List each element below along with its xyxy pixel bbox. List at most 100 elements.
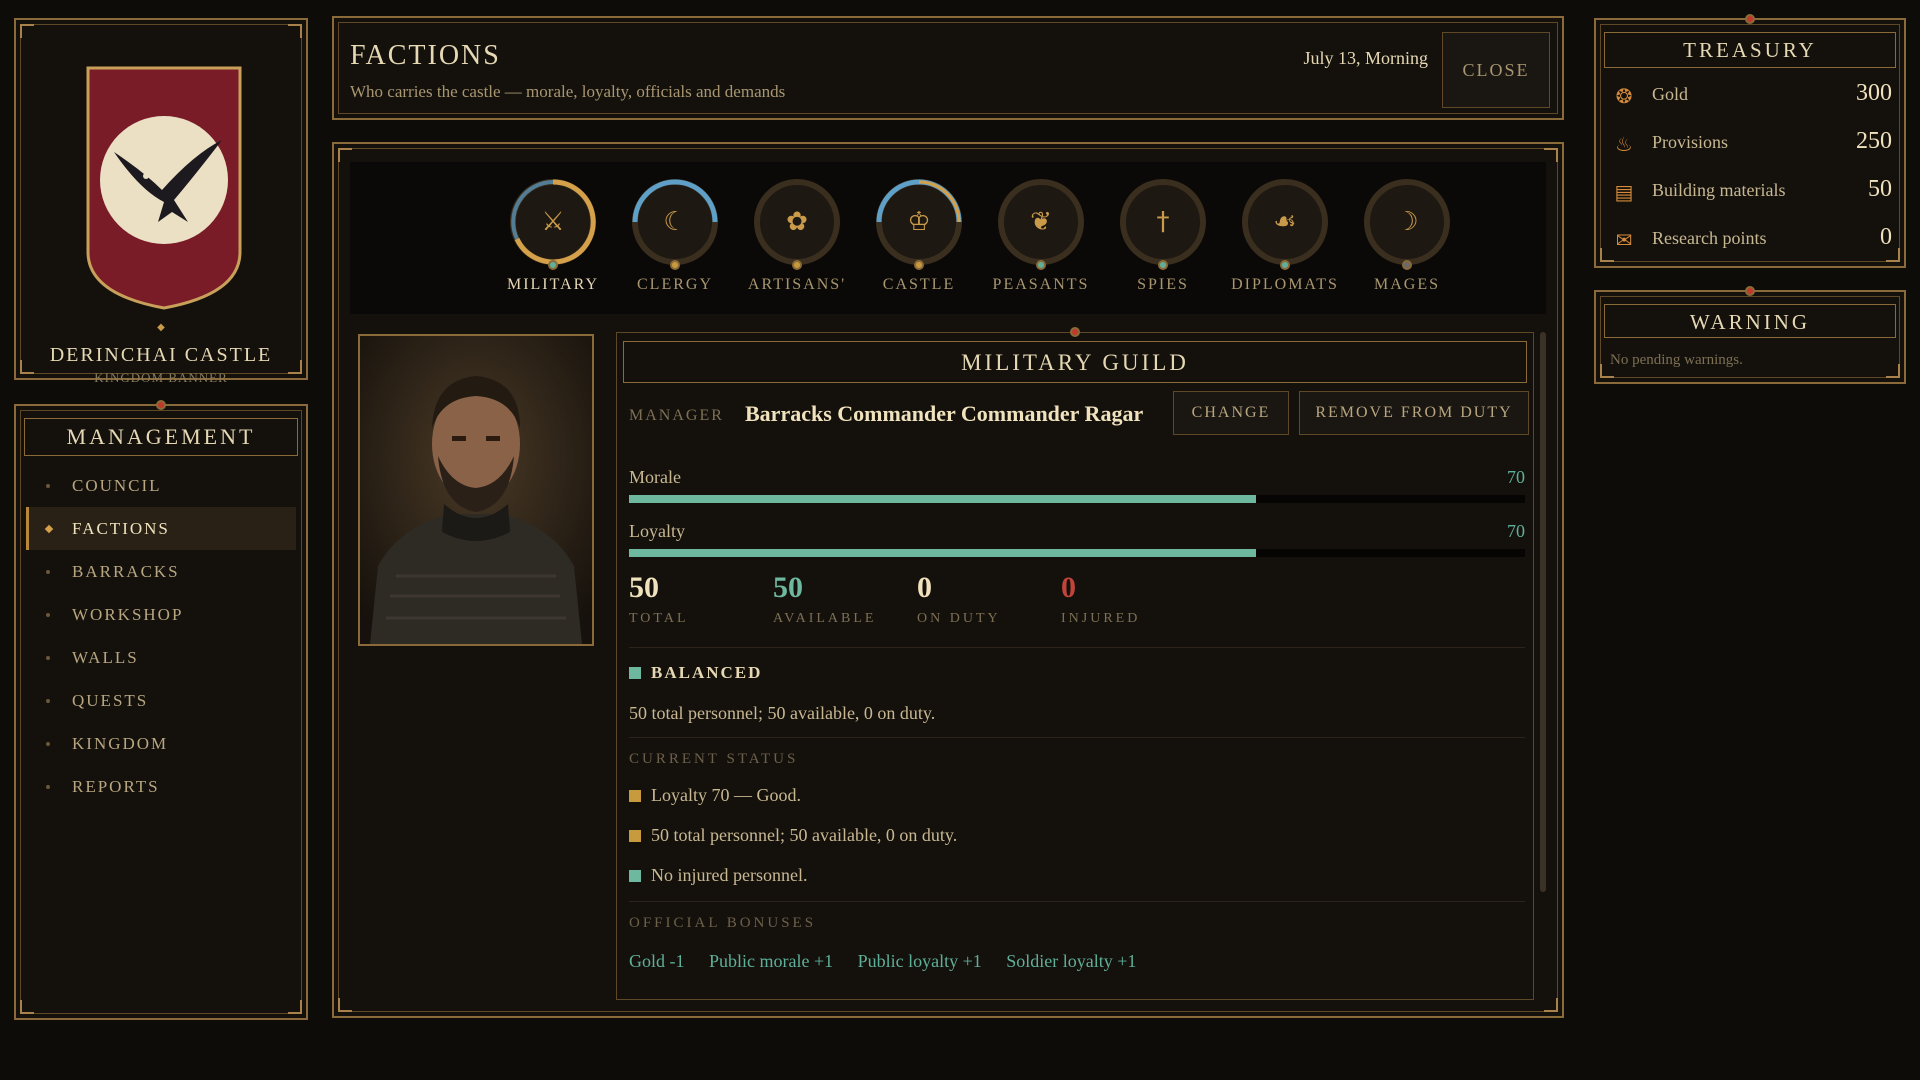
- status-line: No injured personnel.: [629, 865, 807, 886]
- status-pip: [1158, 260, 1168, 270]
- faction-tab-diplomats[interactable]: ☙ DIPLOMATS: [1224, 162, 1346, 294]
- loyalty-bar-fill: [629, 549, 1257, 557]
- warning-title: WARNING: [1604, 304, 1896, 338]
- status-pip: [670, 260, 680, 270]
- bullet-icon: [44, 524, 54, 534]
- warning-text: No pending warnings.: [1610, 352, 1743, 368]
- header-panel: FACTIONS Who carries the castle — morale…: [332, 16, 1564, 120]
- official-bonuses-heading: OFFICIAL BONUSES: [629, 915, 817, 931]
- bonus-item: Soldier loyalty +1: [1006, 951, 1137, 971]
- scroll-icon: ✉: [1615, 228, 1633, 252]
- treasury-row-research-points: ✉ Research points 0: [1610, 216, 1892, 264]
- factions-main-panel: ⚔ MILITARY ☾ CLERGY ✿ ARTISANS' ♔ CASTLE…: [332, 142, 1564, 1018]
- status-line: Loyalty 70 — Good.: [629, 785, 801, 806]
- crescent-icon: ☽: [1395, 207, 1419, 237]
- kingdom-banner-panel: ◆ DERINCHAI CASTLE KINGDOM BANNER: [14, 18, 308, 385]
- current-status-heading: CURRENT STATUS: [629, 751, 799, 767]
- guild-title: MILITARY GUILD: [623, 341, 1527, 383]
- hand-icon: ☙: [1273, 207, 1297, 237]
- status-marker-icon: [629, 790, 641, 802]
- status-pip: [548, 260, 558, 270]
- morale-value: 70: [1507, 467, 1525, 487]
- change-manager-button[interactable]: CHANGE: [1173, 391, 1289, 435]
- bullet-icon: [46, 785, 50, 789]
- moon-icon: ☾: [663, 207, 687, 237]
- treasury-row-provisions: ♨ Provisions 250: [1610, 120, 1892, 168]
- morale-bar-fill: [629, 495, 1257, 503]
- treasury-panel: TREASURY ❂ Gold 300 ♨ Provisions 250 ▤ Buildi…: [1594, 14, 1906, 268]
- nav-item-council[interactable]: COUNCIL: [26, 464, 296, 507]
- nav-item-factions[interactable]: FACTIONS: [26, 507, 296, 550]
- bonus-item: Public morale +1: [709, 951, 834, 971]
- nav-item-workshop[interactable]: WORKSHOP: [26, 593, 296, 636]
- loyalty-label: Loyalty: [629, 521, 685, 541]
- bullet-icon: [46, 656, 50, 660]
- treasury-row-building-materials: ▤ Building materials 50: [1610, 168, 1892, 216]
- stat-injured: 0 INJURED: [1061, 571, 1141, 626]
- food-icon: ♨: [1615, 132, 1633, 156]
- lumber-icon: ▤: [1614, 180, 1634, 204]
- status-pip: [1402, 260, 1412, 270]
- status-marker-icon: [629, 830, 641, 842]
- bonus-list: Gold -1 Public morale +1 Public loyalty …: [629, 951, 1156, 972]
- flower-icon: ✿: [786, 207, 808, 237]
- state-marker-icon: [629, 667, 641, 679]
- faction-selector: ⚔ MILITARY ☾ CLERGY ✿ ARTISANS' ♔ CASTLE…: [350, 162, 1546, 314]
- nav-item-reports[interactable]: REPORTS: [26, 765, 296, 808]
- status-pip: [1036, 260, 1046, 270]
- treasury-title: TREASURY: [1604, 32, 1896, 68]
- faction-tab-castle[interactable]: ♔ CASTLE: [858, 162, 980, 294]
- guild-detail-panel: MILITARY GUILD MANAGER Barracks Commande…: [616, 327, 1534, 1000]
- castle-name: DERINCHAI CASTLE: [49, 344, 273, 366]
- kingdom-banner-emblem: [86, 66, 242, 310]
- crown-icon: ♔: [907, 207, 931, 237]
- coins-icon: ❂: [1615, 84, 1633, 108]
- nav-item-kingdom[interactable]: KINGDOM: [26, 722, 296, 765]
- stat-on-duty: 0 ON DUTY: [917, 571, 1001, 626]
- game-date: July 13, Morning: [1303, 48, 1428, 68]
- page-title: FACTIONS: [350, 40, 501, 71]
- nav-item-walls[interactable]: WALLS: [26, 636, 296, 679]
- faction-tab-mages[interactable]: ☽ MAGES: [1346, 162, 1468, 294]
- bullet-icon: [46, 699, 50, 703]
- bonus-item: Gold -1: [629, 951, 685, 971]
- nav-item-quests[interactable]: QUESTS: [26, 679, 296, 722]
- commander-portrait: [358, 334, 594, 646]
- faction-tab-clergy[interactable]: ☾ CLERGY: [614, 162, 736, 294]
- morale-label: Morale: [629, 467, 681, 487]
- remove-from-duty-button[interactable]: REMOVE FROM DUTY: [1299, 391, 1529, 435]
- faction-tab-artisans[interactable]: ✿ ARTISANS': [736, 162, 858, 294]
- status-line: 50 total personnel; 50 available, 0 on d…: [629, 825, 957, 846]
- bullet-icon: [46, 570, 50, 574]
- manager-label: MANAGER: [629, 407, 724, 424]
- status-marker-icon: [629, 870, 641, 882]
- warning-panel: WARNING No pending warnings.: [1594, 286, 1906, 384]
- detail-scrollbar[interactable]: [1540, 332, 1546, 892]
- state-badge: BALANCED: [629, 663, 762, 683]
- bullet-icon: [46, 742, 50, 746]
- sword-icon: ⚔: [541, 207, 565, 237]
- close-button[interactable]: CLOSE: [1442, 32, 1550, 108]
- stat-total: 50 TOTAL: [629, 571, 689, 626]
- morale-bar: [629, 495, 1525, 503]
- bullet-icon: [46, 613, 50, 617]
- bonus-item: Public loyalty +1: [857, 951, 982, 971]
- status-pip: [792, 260, 802, 270]
- treasury-row-gold: ❂ Gold 300: [1610, 72, 1892, 120]
- manager-name: Barracks Commander Commander Ragar: [745, 401, 1144, 426]
- page-subtitle: Who carries the castle — morale, loyalty…: [350, 82, 786, 101]
- management-panel: MANAGEMENT COUNCIL FACTIONS BARRACKS WOR…: [14, 400, 308, 1020]
- wheat-icon: ❦: [1030, 207, 1052, 237]
- faction-tab-military[interactable]: ⚔ MILITARY: [492, 162, 614, 294]
- management-nav: COUNCIL FACTIONS BARRACKS WORKSHOP WALLS…: [26, 464, 296, 808]
- nav-item-barracks[interactable]: BARRACKS: [26, 550, 296, 593]
- loyalty-value: 70: [1507, 521, 1525, 541]
- status-pip: [1280, 260, 1290, 270]
- faction-tab-peasants[interactable]: ❦ PEASANTS: [980, 162, 1102, 294]
- faction-tab-spies[interactable]: † SPIES: [1102, 162, 1224, 294]
- dagger-icon: †: [1156, 207, 1170, 237]
- status-pip: [914, 260, 924, 270]
- stat-available: 50 AVAILABLE: [773, 571, 877, 626]
- management-title: MANAGEMENT: [24, 418, 298, 456]
- banner-subtitle: KINGDOM BANNER: [94, 370, 228, 385]
